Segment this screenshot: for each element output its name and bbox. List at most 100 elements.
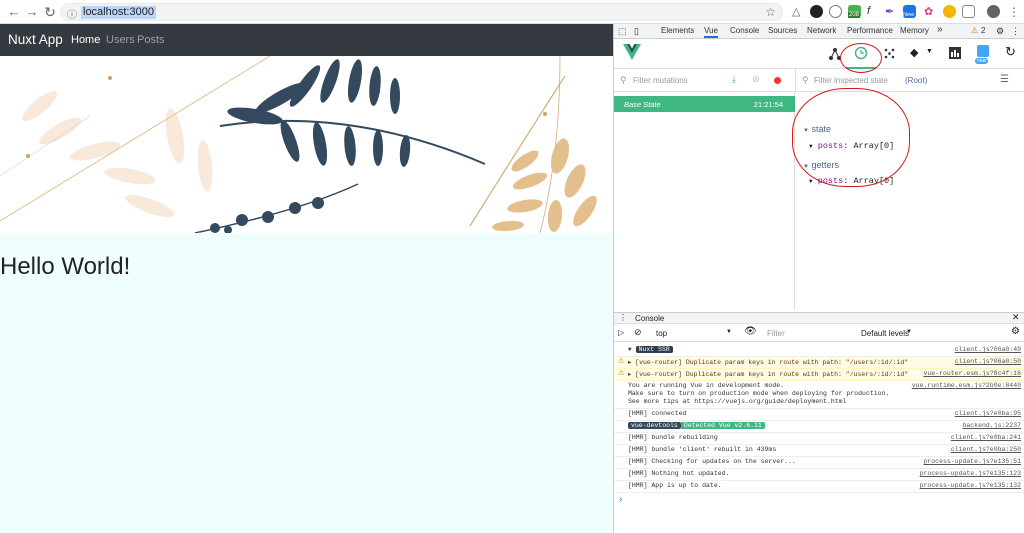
- tab-memory[interactable]: Memory: [900, 26, 929, 35]
- tab-console[interactable]: Console: [730, 26, 759, 35]
- nav-link-users[interactable]: Users: [106, 34, 135, 46]
- source-link[interactable]: client.js?e0ba:250: [951, 446, 1021, 453]
- refresh-icon[interactable]: ↻: [1005, 44, 1016, 60]
- address-bar[interactable]: ⓘ localhost:3000 ☆: [60, 3, 783, 21]
- device-toggle-icon[interactable]: ▯: [634, 26, 639, 37]
- profile-avatar-icon[interactable]: [987, 5, 1000, 18]
- inspector-search-icon: ⚲: [802, 75, 809, 85]
- source-link[interactable]: vue-router.esm.js?8c4f:16: [923, 370, 1021, 377]
- console-log: ▼ Nuxt SSR client.js?06a0:49 ⚠ ▸ [vue-route…: [614, 342, 1024, 533]
- tab-elements[interactable]: Elements: [661, 26, 694, 35]
- live-expression-eye-icon[interactable]: 👁: [744, 326, 757, 337]
- console-line: You are running Vue in development mode.…: [614, 381, 1024, 409]
- source-link[interactable]: client.js?06a0:50: [955, 358, 1021, 365]
- console-message: [HMR] App is up to date.: [628, 482, 722, 489]
- source-link[interactable]: process-update.js?e135:51: [923, 458, 1021, 465]
- inspect-element-icon[interactable]: ⬚: [618, 26, 627, 37]
- record-icon[interactable]: [774, 77, 781, 84]
- navbar-brand[interactable]: Nuxt App: [8, 32, 63, 47]
- nav-link-home[interactable]: Home: [71, 34, 100, 46]
- extension-yellow-icon[interactable]: [943, 5, 956, 18]
- revert-all-icon[interactable]: ⊘: [752, 74, 760, 85]
- tab-performance[interactable]: Performance: [847, 26, 893, 35]
- events-icon[interactable]: [884, 48, 895, 59]
- base-state-label: Base State: [624, 100, 661, 109]
- warning-icon: ⚠: [618, 358, 625, 366]
- root-selector[interactable]: (Root): [905, 76, 927, 85]
- tab-sources[interactable]: Sources: [768, 26, 797, 35]
- bookmark-star-icon[interactable]: ☆: [765, 5, 776, 19]
- filter-inspected-input[interactable]: Filter inspected state: [814, 76, 888, 85]
- settings-new-icon[interactable]: [977, 45, 989, 57]
- log-levels-chevron-icon[interactable]: ▼: [906, 329, 912, 335]
- tab-network[interactable]: Network: [807, 26, 836, 35]
- filter-mutations-input[interactable]: Filter mutations: [633, 76, 688, 85]
- commit-all-icon[interactable]: ⤓: [732, 74, 736, 85]
- console-line: ⚠ ▸ [vue-router] Duplicate param keys in …: [614, 357, 1024, 369]
- console-filter-input[interactable]: Filter: [767, 329, 785, 338]
- annotation-circle-history: [840, 43, 882, 73]
- more-tabs-button[interactable]: »: [937, 24, 943, 35]
- hero-illustration: [0, 56, 613, 233]
- console-message: [HMR] Nothing hot updated.: [628, 470, 730, 477]
- detected-vue-badge: Detected Vue v2.6.11: [680, 422, 765, 429]
- leaf-illustration: [0, 56, 597, 233]
- close-drawer-icon[interactable]: ✕: [1012, 312, 1020, 323]
- performance-chart-icon[interactable]: [949, 47, 961, 59]
- sort-menu-icon[interactable]: ☰: [1000, 74, 1009, 85]
- settings-icon[interactable]: ⚙: [996, 26, 1004, 37]
- console-message: You are running Vue in development mode.: [628, 382, 785, 389]
- extension-circle-icon[interactable]: [829, 5, 842, 18]
- source-link[interactable]: process-update.js?e135:123: [920, 470, 1021, 477]
- routing-icon[interactable]: ◆: [910, 46, 918, 59]
- base-state-row[interactable]: Base State 21:21:54: [614, 96, 795, 112]
- context-dropdown-icon[interactable]: ▼: [726, 329, 732, 335]
- extension-new-label: New: [903, 12, 915, 18]
- extension-pen-icon[interactable]: ✒: [885, 5, 898, 18]
- drawer-menu-icon[interactable]: ⋮: [619, 313, 627, 322]
- extension-badge-icon[interactable]: 208: [848, 5, 861, 18]
- sidebar-toggle-icon[interactable]: ▷: [618, 328, 624, 337]
- routing-dropdown-icon[interactable]: ▼: [926, 48, 933, 55]
- console-settings-icon[interactable]: ⚙: [1011, 326, 1020, 337]
- source-link[interactable]: backend.js:2237: [962, 422, 1021, 429]
- url-text[interactable]: localhost:3000: [81, 6, 156, 19]
- extension-new-icon[interactable]: New: [903, 5, 916, 18]
- console-message: See more tips at https://vuejs.org/guide…: [628, 398, 847, 405]
- source-link[interactable]: process-update.js?e135:132: [920, 482, 1021, 489]
- source-link[interactable]: client.js?e0ba:241: [951, 434, 1021, 441]
- forward-icon[interactable]: →: [24, 4, 40, 20]
- extension-square-icon[interactable]: [962, 5, 975, 18]
- context-selector[interactable]: top: [656, 329, 667, 338]
- reload-icon[interactable]: ↻: [42, 4, 58, 20]
- console-message: [HMR] connected: [628, 410, 687, 417]
- console-message: Make sure to turn on production mode whe…: [628, 390, 890, 397]
- browser-menu-icon[interactable]: ⋮: [1006, 4, 1022, 20]
- source-link[interactable]: vue.runtime.esm.js?2b0e:8440: [912, 382, 1021, 389]
- clear-console-icon[interactable]: ⊘: [634, 327, 642, 338]
- navbar: Nuxt App Home Users Posts: [0, 24, 613, 56]
- console-toolbar: ▷ ⊘ top ▼ 👁 Filter Default levels ▼ ⚙: [614, 325, 1024, 342]
- vue-devtools-badge: vue-devtools: [628, 422, 681, 429]
- console-message: [HMR] bundle rebuilding: [628, 434, 718, 441]
- extension-dark-icon[interactable]: [810, 5, 823, 18]
- devtools-menu-icon[interactable]: ⋮: [1011, 26, 1020, 37]
- source-link[interactable]: client.js?06a0:49: [955, 346, 1021, 353]
- extension-triangle-icon[interactable]: △: [792, 5, 805, 18]
- settings-new-badge: new: [975, 58, 989, 64]
- extension-flower-icon[interactable]: ✿: [924, 5, 937, 18]
- nav-link-posts[interactable]: Posts: [137, 34, 165, 46]
- warning-icon: ⚠: [618, 370, 625, 378]
- source-link[interactable]: client.js?e0ba:95: [955, 410, 1021, 417]
- console-drawer-tab[interactable]: Console: [635, 314, 664, 323]
- extension-f-icon[interactable]: f: [867, 5, 880, 18]
- warning-icon[interactable]: ⚠: [971, 26, 978, 35]
- devtools-tabbar: ⬚ ▯ Elements Vue Console Sources Network…: [614, 24, 1024, 39]
- back-icon[interactable]: ←: [6, 4, 22, 20]
- info-icon[interactable]: ⓘ: [67, 6, 77, 21]
- annotation-circle-state: [792, 88, 910, 187]
- console-line: [HMR] bundle 'client' rebuilt in 439ms cl…: [614, 445, 1024, 457]
- console-prompt[interactable]: ›: [619, 494, 622, 505]
- tab-vue[interactable]: Vue: [704, 26, 718, 38]
- log-levels-dropdown[interactable]: Default levels: [861, 329, 909, 338]
